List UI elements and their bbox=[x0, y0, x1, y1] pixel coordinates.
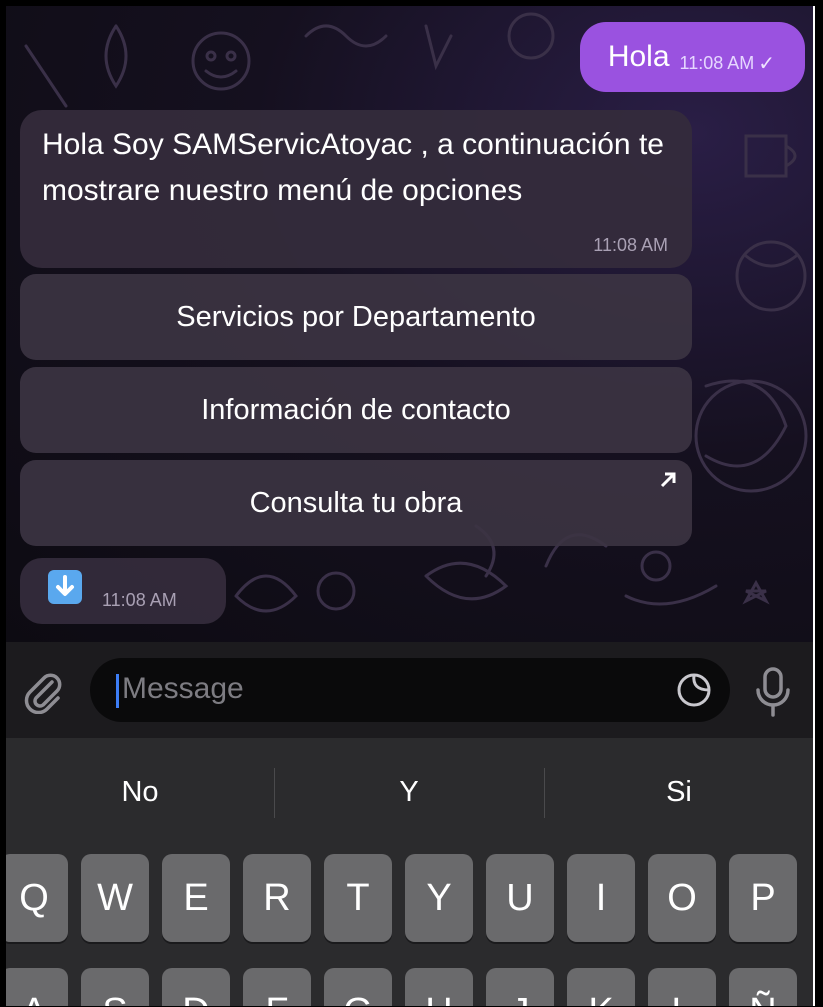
inline-button-label: Información de contacto bbox=[201, 393, 511, 426]
inline-button-servicios[interactable]: Servicios por Departamento bbox=[20, 274, 692, 360]
key-u[interactable]: U bbox=[486, 854, 554, 942]
key-i[interactable]: I bbox=[567, 854, 635, 942]
key-y[interactable]: Y bbox=[405, 854, 473, 942]
message-input-bar: Message bbox=[6, 642, 813, 738]
chat-area[interactable]: Hola 11:08 AM ✓ Hola Soy SAMServicAtoyac… bbox=[6, 6, 813, 642]
suggestion-no[interactable]: No bbox=[6, 738, 274, 846]
key-j[interactable]: J bbox=[486, 968, 554, 1006]
inline-button-label: Servicios por Departamento bbox=[176, 300, 536, 333]
outgoing-message-time: 11:08 AM bbox=[679, 52, 755, 73]
text-caret bbox=[116, 674, 119, 708]
inline-button-contacto[interactable]: Información de contacto bbox=[20, 367, 692, 453]
key-t[interactable]: T bbox=[324, 854, 392, 942]
outgoing-message-bubble[interactable]: Hola 11:08 AM ✓ bbox=[579, 22, 805, 92]
sent-check-icon: ✓ bbox=[758, 52, 775, 75]
key-a[interactable]: A bbox=[6, 968, 68, 1006]
key-g[interactable]: G bbox=[324, 968, 392, 1006]
key-r[interactable]: R bbox=[243, 854, 311, 942]
key-h[interactable]: H bbox=[405, 968, 473, 1006]
key-enye[interactable]: Ñ bbox=[729, 968, 797, 1006]
keyboard: No Y Si Q W E R T Y U I O P A S D F G H … bbox=[6, 738, 813, 1006]
key-d[interactable]: D bbox=[162, 968, 230, 1006]
inline-button-consulta-obra[interactable]: Consulta tu obra bbox=[20, 460, 692, 546]
key-k[interactable]: K bbox=[567, 968, 635, 1006]
suggestion-si[interactable]: Si bbox=[545, 738, 813, 846]
sticker-icon[interactable] bbox=[674, 670, 714, 710]
incoming-message-bubble[interactable]: Hola Soy SAMServicAtoyac , a continuació… bbox=[20, 110, 692, 268]
external-link-arrow-icon bbox=[658, 470, 678, 496]
download-arrow-icon[interactable] bbox=[48, 570, 82, 604]
outgoing-message-text: Hola bbox=[607, 40, 670, 73]
key-l[interactable]: L bbox=[648, 968, 716, 1006]
key-p[interactable]: P bbox=[729, 854, 797, 942]
key-q[interactable]: Q bbox=[6, 854, 68, 942]
key-o[interactable]: O bbox=[648, 854, 716, 942]
suggestion-y[interactable]: Y bbox=[275, 738, 543, 846]
key-e[interactable]: E bbox=[162, 854, 230, 942]
file-message-bubble[interactable]: 11:08 AM bbox=[20, 558, 226, 624]
phone-screen: Hola 11:08 AM ✓ Hola Soy SAMServicAtoyac… bbox=[6, 6, 815, 1006]
message-input[interactable]: Message bbox=[90, 658, 730, 722]
microphone-icon[interactable] bbox=[750, 666, 796, 718]
file-message-time: 11:08 AM bbox=[102, 590, 177, 610]
paperclip-icon[interactable] bbox=[22, 670, 66, 714]
incoming-message-time: 11:08 AM bbox=[593, 235, 668, 255]
key-s[interactable]: S bbox=[81, 968, 149, 1006]
message-placeholder: Message bbox=[122, 672, 244, 705]
inline-button-label: Consulta tu obra bbox=[249, 486, 463, 519]
incoming-message-text: Hola Soy SAMServicAtoyac , a continuació… bbox=[42, 128, 664, 207]
key-f[interactable]: F bbox=[243, 968, 311, 1006]
key-w[interactable]: W bbox=[81, 854, 149, 942]
